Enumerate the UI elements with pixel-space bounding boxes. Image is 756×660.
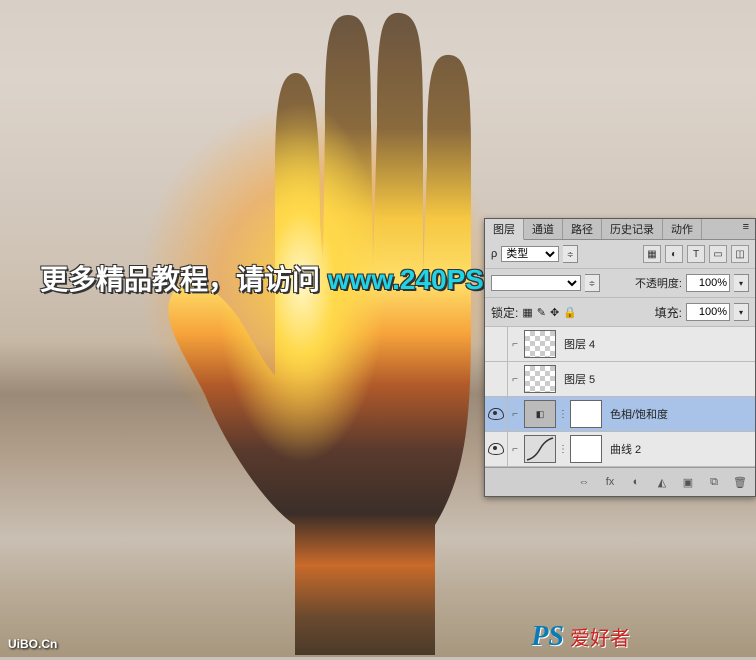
overlay-prefix: 更多精品教程，请访问 bbox=[40, 264, 328, 295]
lock-transparent-icon[interactable]: ▦ bbox=[522, 306, 532, 319]
fill-dropdown-icon[interactable]: ▾ bbox=[734, 303, 749, 321]
layer-kind-select[interactable]: 类型 bbox=[501, 246, 559, 262]
new-adjustment-icon[interactable]: ◭ bbox=[653, 474, 671, 490]
lock-pixels-icon[interactable]: ✎ bbox=[537, 306, 546, 319]
visibility-toggle[interactable] bbox=[485, 432, 508, 466]
layer-name[interactable]: 图层 4 bbox=[564, 336, 595, 352]
visibility-toggle[interactable] bbox=[485, 362, 508, 396]
adjustment-thumbnail[interactable]: ◧ bbox=[524, 400, 556, 428]
fill-input[interactable] bbox=[686, 303, 730, 321]
mask-link-icon[interactable]: ⋮ bbox=[558, 444, 568, 455]
layer-row[interactable]: ⌐ 图层 5 bbox=[485, 362, 755, 397]
panel-menu-icon[interactable]: ≡ bbox=[737, 219, 755, 239]
filter-type-icon[interactable]: T bbox=[687, 245, 705, 263]
lock-all-icon[interactable]: 🔒 bbox=[563, 306, 577, 319]
watermark-bottom-right: PS 爱好者 bbox=[531, 621, 630, 653]
new-layer-icon[interactable]: ⧉ bbox=[705, 474, 723, 490]
link-layers-icon[interactable]: ⇔ bbox=[575, 474, 593, 490]
mask-link-icon[interactable]: ⋮ bbox=[558, 409, 568, 420]
delete-layer-icon[interactable]: 🗑 bbox=[731, 474, 749, 490]
layer-name[interactable]: 图层 5 bbox=[564, 371, 595, 387]
layers-panel: 图层 通道 路径 历史记录 动作 ≡ ρ 类型 ≑ ▦ ◐ T ▭ ◫ ≑ bbox=[484, 218, 756, 497]
blend-opacity-row: ≑ 不透明度: ▾ bbox=[485, 269, 755, 298]
tab-paths[interactable]: 路径 bbox=[563, 219, 602, 239]
clip-indicator-icon: ⌐ bbox=[508, 409, 522, 420]
clip-indicator-icon: ⌐ bbox=[508, 444, 522, 455]
layer-thumbnail[interactable] bbox=[524, 365, 556, 393]
layer-list: ⌐ 图层 4 ⌐ 图层 5 ⌐ ◧ ⋮ 色相/饱和度 ⌐ bbox=[485, 327, 755, 467]
eye-icon bbox=[488, 408, 504, 420]
panel-tabs: 图层 通道 路径 历史记录 动作 ≡ bbox=[485, 219, 755, 240]
watermark-ps: PS bbox=[531, 621, 564, 653]
layer-row[interactable]: ⌐ ◧ ⋮ 色相/饱和度 bbox=[485, 397, 755, 432]
kind-rho-icon: ρ bbox=[491, 248, 497, 260]
opacity-dropdown-icon[interactable]: ▾ bbox=[734, 274, 749, 292]
filter-shape-icon[interactable]: ▭ bbox=[709, 245, 727, 263]
fill-label: 填充: bbox=[655, 304, 682, 321]
fx-icon[interactable]: fx bbox=[601, 474, 619, 490]
tab-layers[interactable]: 图层 bbox=[485, 219, 524, 240]
tutorial-overlay-text: 更多精品教程，请访问 www.240PS.com bbox=[40, 258, 549, 298]
opacity-input[interactable] bbox=[686, 274, 730, 292]
watermark-bottom-left: UiBO.Cn bbox=[8, 637, 57, 651]
eye-icon bbox=[488, 443, 504, 455]
layer-thumbnail[interactable] bbox=[524, 330, 556, 358]
visibility-toggle[interactable] bbox=[485, 397, 508, 431]
blend-mode-select[interactable] bbox=[491, 275, 581, 291]
clip-indicator-icon: ⌐ bbox=[508, 339, 522, 350]
lock-position-icon[interactable]: ✥ bbox=[550, 306, 559, 319]
panel-footer: ⇔ fx ◐ ◭ ▣ ⧉ 🗑 bbox=[485, 467, 755, 496]
mask-thumbnail[interactable] bbox=[570, 435, 602, 463]
composite-hand-image bbox=[165, 5, 525, 655]
tab-channels[interactable]: 通道 bbox=[524, 219, 563, 239]
add-mask-icon[interactable]: ◐ bbox=[627, 474, 645, 490]
tab-actions[interactable]: 动作 bbox=[663, 219, 702, 239]
blend-dropdown-icon[interactable]: ≑ bbox=[585, 274, 600, 292]
layer-name[interactable]: 曲线 2 bbox=[610, 441, 641, 457]
visibility-toggle[interactable] bbox=[485, 327, 508, 361]
mask-thumbnail[interactable] bbox=[570, 400, 602, 428]
tab-history[interactable]: 历史记录 bbox=[602, 219, 663, 239]
filter-smart-icon[interactable]: ◫ bbox=[731, 245, 749, 263]
clip-indicator-icon: ⌐ bbox=[508, 374, 522, 385]
adjustment-thumbnail[interactable] bbox=[524, 435, 556, 463]
filter-pixel-icon[interactable]: ▦ bbox=[643, 245, 661, 263]
layer-row[interactable]: ⌐ ⋮ 曲线 2 bbox=[485, 432, 755, 467]
filter-adjust-icon[interactable]: ◐ bbox=[665, 245, 683, 263]
watermark-cn: 爱好者 bbox=[570, 622, 630, 651]
document-canvas: 更多精品教程，请访问 www.240PS.com UiBO.Cn PS 爱好者 … bbox=[0, 0, 756, 657]
new-group-icon[interactable]: ▣ bbox=[679, 474, 697, 490]
layer-row[interactable]: ⌐ 图层 4 bbox=[485, 327, 755, 362]
filter-row: ρ 类型 ≑ ▦ ◐ T ▭ ◫ bbox=[485, 240, 755, 269]
opacity-label: 不透明度: bbox=[635, 275, 682, 291]
layer-name[interactable]: 色相/饱和度 bbox=[610, 406, 668, 422]
lock-fill-row: 锁定: ▦ ✎ ✥ 🔒 填充: ▾ bbox=[485, 298, 755, 327]
kind-dropdown-icon[interactable]: ≑ bbox=[563, 245, 578, 263]
lock-label: 锁定: bbox=[491, 304, 518, 321]
